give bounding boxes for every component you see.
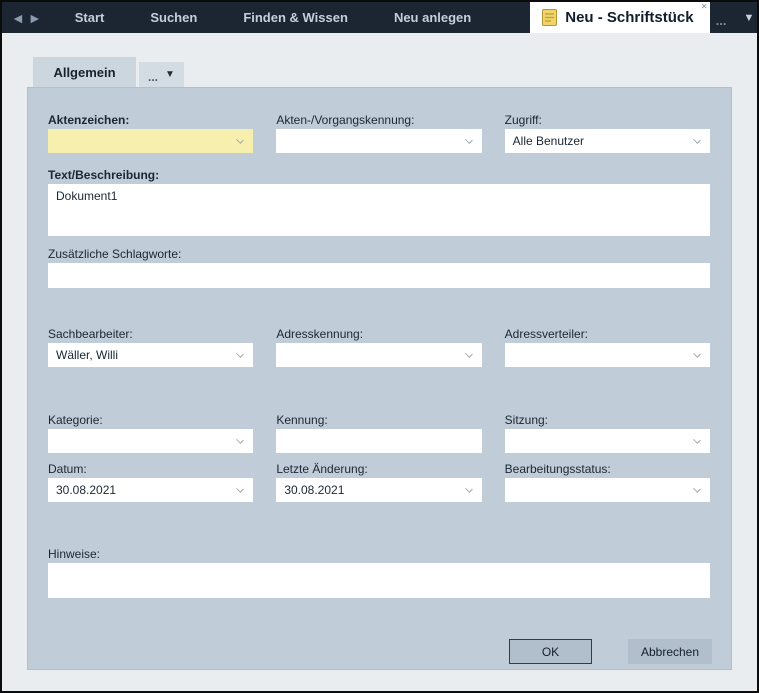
scroll-right-icon[interactable]: ► <box>28 11 42 25</box>
schlagworte-label: Zusätzliche Schlagworte: <box>48 247 710 262</box>
ribbon-tab-start[interactable]: Start <box>52 2 128 33</box>
tab-allgemein[interactable]: Allgemein <box>33 57 136 87</box>
kennung-label: Kennung: <box>276 413 481 428</box>
zugriff-label: Zugriff: <box>505 113 710 128</box>
tab-list-dropdown-icon[interactable]: ▼ <box>732 12 759 24</box>
field-sitzung: Sitzung: <box>505 413 710 453</box>
chevron-down-icon <box>465 136 473 144</box>
bearbeitungsstatus-label: Bearbeitungsstatus: <box>505 462 710 477</box>
chevron-down-icon <box>693 436 701 444</box>
datum-label: Datum: <box>48 462 253 477</box>
form-row-4: Datum: 30.08.2021 Letzte Änderung: 30.08… <box>48 462 710 502</box>
allgemein-form-panel: Aktenzeichen: Akten-/Vorgangskennung: Zu… <box>27 87 732 670</box>
vorgangskennung-label: Akten-/Vorgangskennung: <box>276 113 481 128</box>
adressverteiler-label: Adressverteiler: <box>505 327 710 342</box>
scroll-left-icon[interactable]: ◄ <box>11 11 25 25</box>
chevron-down-icon <box>465 350 473 358</box>
letzte-aenderung-label: Letzte Änderung: <box>276 462 481 477</box>
chevron-down-icon <box>237 436 245 444</box>
field-datum: Datum: 30.08.2021 <box>48 462 253 502</box>
tab-close-icon[interactable]: ✕ <box>701 3 708 11</box>
schlagworte-input[interactable] <box>48 263 710 288</box>
sachbearbeiter-label: Sachbearbeiter: <box>48 327 253 342</box>
form-row-schlagworte: Zusätzliche Schlagworte: <box>48 247 710 288</box>
aktenzeichen-combobox[interactable] <box>48 129 253 153</box>
topbar-controls: ... ▼ ✕ <box>714 2 759 33</box>
kategorie-label: Kategorie: <box>48 413 253 428</box>
cancel-button[interactable]: Abbrechen <box>628 639 712 664</box>
form-row-2: Sachbearbeiter: Wäller, Willi Adresskenn… <box>48 327 710 367</box>
sachbearbeiter-value: Wäller, Willi <box>56 348 118 362</box>
field-zugriff: Zugriff: Alle Benutzer <box>505 113 710 153</box>
dialog-button-row: OK Abbrechen <box>509 639 712 664</box>
ribbon-tab-suchen[interactable]: Suchen <box>127 2 220 33</box>
zugriff-combobox[interactable]: Alle Benutzer <box>505 129 710 153</box>
adresskennung-combobox[interactable] <box>276 343 481 367</box>
tab-overflow-button[interactable]: ... ▼ <box>139 62 184 87</box>
field-kategorie: Kategorie: <box>48 413 253 453</box>
datum-combobox[interactable]: 30.08.2021 <box>48 478 253 502</box>
page-tab-strip: Allgemein ... ▼ <box>33 57 184 87</box>
vorgangskennung-combobox[interactable] <box>276 129 481 153</box>
field-adressverteiler: Adressverteiler: <box>505 327 710 367</box>
chevron-down-icon <box>693 350 701 358</box>
active-tab-title: Neu - Schriftstück <box>565 9 693 26</box>
sachbearbeiter-combobox[interactable]: Wäller, Willi <box>48 343 253 367</box>
application-window: ◄ ► Start Suchen Finden & Wissen Neu anl… <box>0 0 759 693</box>
chevron-down-icon <box>237 485 245 493</box>
form-row-hinweise: Hinweise: <box>48 547 710 598</box>
chevron-down-icon <box>465 485 473 493</box>
active-document-tab[interactable]: Neu - Schriftstück ✕ <box>530 2 709 33</box>
tab-scroll-arrows: ◄ ► <box>2 2 52 33</box>
zugriff-value: Alle Benutzer <box>513 134 584 148</box>
kennung-input[interactable] <box>276 429 481 453</box>
bearbeitungsstatus-combobox[interactable] <box>505 478 710 502</box>
hinweise-label: Hinweise: <box>48 547 710 562</box>
form-row-3: Kategorie: Kennung: Sitzung: <box>48 413 710 453</box>
field-hinweise: Hinweise: <box>48 547 710 598</box>
aktenzeichen-label: Aktenzeichen: <box>48 113 253 128</box>
kategorie-combobox[interactable] <box>48 429 253 453</box>
chevron-down-icon <box>693 136 701 144</box>
ribbon-tab-finden-wissen[interactable]: Finden & Wissen <box>220 2 371 33</box>
chevron-down-icon <box>237 136 245 144</box>
field-schlagworte: Zusätzliche Schlagworte: <box>48 247 710 288</box>
chevron-down-icon: ▼ <box>165 69 175 80</box>
form-row-text: Text/Beschreibung: Dokument1 <box>48 168 710 236</box>
sitzung-combobox[interactable] <box>505 429 710 453</box>
text-beschreibung-textarea[interactable]: Dokument1 <box>48 184 710 236</box>
form-row-1: Aktenzeichen: Akten-/Vorgangskennung: Zu… <box>48 113 710 153</box>
sitzung-label: Sitzung: <box>505 413 710 428</box>
datum-value: 30.08.2021 <box>56 483 116 497</box>
letzte-aenderung-combobox[interactable]: 30.08.2021 <box>276 478 481 502</box>
chevron-down-icon <box>693 485 701 493</box>
ribbon-tab-bar: ◄ ► Start Suchen Finden & Wissen Neu anl… <box>2 2 757 33</box>
adressverteiler-combobox[interactable] <box>505 343 710 367</box>
text-beschreibung-label: Text/Beschreibung: <box>48 168 710 183</box>
field-text-beschreibung: Text/Beschreibung: Dokument1 <box>48 168 710 236</box>
field-bearbeitungsstatus: Bearbeitungsstatus: <box>505 462 710 502</box>
adresskennung-label: Adresskennung: <box>276 327 481 342</box>
field-vorgangskennung: Akten-/Vorgangskennung: <box>276 113 481 153</box>
tab-overflow-dots-icon[interactable]: ... <box>714 7 733 28</box>
field-aktenzeichen: Aktenzeichen: <box>48 113 253 153</box>
field-sachbearbeiter: Sachbearbeiter: Wäller, Willi <box>48 327 253 367</box>
field-adresskennung: Adresskennung: <box>276 327 481 367</box>
document-icon <box>542 9 557 26</box>
more-tabs-dots-icon: ... <box>148 65 158 84</box>
field-kennung: Kennung: <box>276 413 481 453</box>
chevron-down-icon <box>237 350 245 358</box>
hinweise-textarea[interactable] <box>48 563 710 598</box>
letzte-aenderung-value: 30.08.2021 <box>284 483 344 497</box>
ribbon-tab-neu-anlegen[interactable]: Neu anlegen <box>371 2 494 33</box>
field-letzte-aenderung: Letzte Änderung: 30.08.2021 <box>276 462 481 502</box>
ok-button[interactable]: OK <box>509 639 592 664</box>
